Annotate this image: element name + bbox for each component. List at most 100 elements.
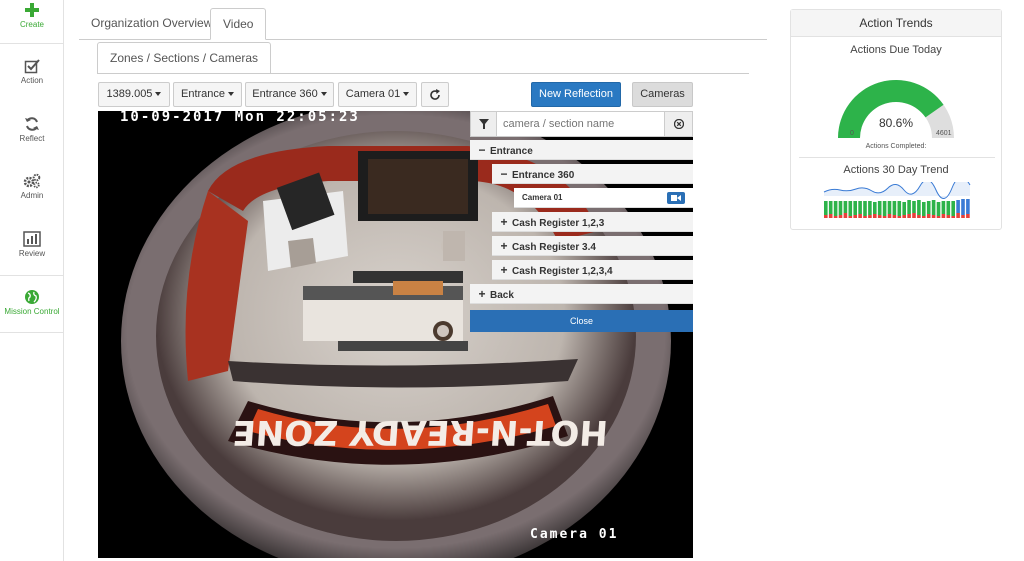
camera-name-overlay: Camera 01 (530, 527, 619, 542)
trend-bar-completed (824, 201, 828, 215)
trend-bar-missed (873, 214, 877, 218)
tree-section-cash-register-1-2-3[interactable]: + Cash Register 1,2,3 (492, 212, 693, 232)
minus-icon: − (478, 143, 486, 157)
close-button[interactable]: Close (470, 310, 693, 332)
trend-bar-completed (941, 201, 946, 214)
sidebar-item-admin[interactable]: Admin (0, 173, 64, 200)
trend-bar-completed (882, 201, 887, 216)
trend-bar-missed (882, 216, 887, 218)
trend-bar-missed (863, 216, 867, 218)
trend-bar-missed (843, 213, 848, 218)
minus-icon: − (500, 167, 508, 181)
trend-bar-missed (902, 215, 906, 218)
camera-timestamp: 10-09-2017 Mon 22:05:23 (120, 111, 360, 125)
trend-bar-missed (931, 215, 936, 218)
bar-chart-icon (23, 231, 41, 247)
trend-bar-completed (868, 201, 872, 215)
caret-down-icon (228, 92, 235, 97)
trend-bars (824, 199, 970, 218)
trend-bar-missed (936, 216, 941, 218)
trend-bar-missed (956, 213, 960, 218)
tree-camera-label: Camera 01 (522, 193, 563, 202)
trend-bar-missed (824, 215, 828, 218)
sidebar-item-review[interactable]: Review (0, 231, 64, 258)
tab-video[interactable]: Video (210, 8, 267, 40)
trend-bar-missed (946, 215, 951, 218)
trend-bar-completed (902, 202, 906, 215)
sidebar-item-label: Admin (20, 191, 44, 200)
clear-search-button[interactable] (664, 112, 692, 136)
trend-bar-missed (941, 214, 946, 218)
tab-organization-overview[interactable]: Organization Overview (79, 8, 224, 40)
trend-bar-missed (868, 215, 872, 218)
filter-button[interactable] (471, 112, 497, 136)
trend-bar-completed (863, 201, 867, 216)
section-dropdown[interactable]: Entrance 360 (245, 82, 334, 107)
sidebar-item-action[interactable]: Action (0, 58, 64, 85)
zone-dropdown-label: Entrance (180, 88, 226, 100)
trend-bar-missed (897, 216, 902, 218)
plus-icon: + (500, 215, 508, 229)
trend-bar-completed (838, 201, 843, 215)
sidebar-item-reflect[interactable]: Reflect (0, 116, 64, 143)
trend-bar-completed (912, 201, 916, 213)
trend-bar-missed (833, 216, 838, 218)
sidebar-item-mission-control[interactable]: Mission Control (0, 289, 64, 316)
caret-down-icon (403, 92, 410, 97)
trend-30-day-chart[interactable] (822, 182, 972, 222)
camera-dropdown[interactable]: Camera 01 (338, 82, 417, 107)
tree-section-entrance-360[interactable]: − Entrance 360 (492, 164, 693, 184)
trend-bar-missed (892, 215, 897, 218)
refresh-icon (430, 89, 440, 100)
trend-bar-missed (907, 214, 911, 218)
trend-bar-completed (858, 201, 862, 214)
cameras-button[interactable]: Cameras (632, 82, 693, 107)
trend-bar-completed (907, 200, 911, 214)
sidebar-item-create[interactable]: Create (0, 2, 64, 29)
trend-bar-completed (917, 200, 921, 215)
trend-bar-completed (961, 199, 965, 215)
tree-camera-01[interactable]: Camera 01 (514, 188, 693, 208)
trend-bar-completed (887, 201, 892, 214)
tree-section-cash-register-1-2-3-4[interactable]: + Cash Register 1,2,3,4 (492, 260, 693, 280)
store-dropdown[interactable]: 1389.005 (98, 82, 170, 107)
globe-icon (25, 290, 39, 304)
tree-section-cash-register-3-4[interactable]: + Cash Register 3.4 (492, 236, 693, 256)
caret-down-icon (155, 92, 162, 97)
plus-icon: + (500, 263, 508, 277)
section-dropdown-label: Entrance 360 (252, 88, 318, 100)
trend-bar-missed (877, 215, 882, 218)
tree-zone-entrance[interactable]: − Entrance (470, 140, 693, 160)
trend-bar-missed (887, 214, 892, 218)
new-reflection-button[interactable]: New Reflection (531, 82, 621, 107)
tree-search-bar (470, 111, 693, 137)
trend-bar-missed (926, 214, 931, 218)
tab-zones-sections-cameras[interactable]: Zones / Sections / Cameras (97, 42, 272, 74)
video-camera-icon (667, 192, 685, 204)
trend-bar-completed (833, 201, 838, 216)
sidebar-item-label: Action (20, 76, 44, 85)
sidebar-item-label: Mission Control (4, 307, 60, 316)
tree-back[interactable]: + Back (470, 284, 693, 304)
actions-due-title: Actions Due Today (850, 44, 942, 56)
trend-bar-completed (828, 201, 833, 214)
sidebar-item-label: Review (18, 249, 46, 258)
plus-icon (25, 3, 39, 17)
refresh-icon (25, 117, 39, 131)
camera-search-input[interactable] (497, 112, 665, 136)
plus-icon: + (478, 287, 486, 301)
zone-dropdown[interactable]: Entrance (173, 82, 242, 107)
camera-dropdown-label: Camera 01 (345, 88, 401, 100)
trend-bar-completed (926, 201, 931, 214)
completion-gauge[interactable] (791, 62, 1001, 142)
gauge-min: 0 (850, 130, 854, 137)
tree-section-label: Cash Register 3.4 (512, 242, 596, 253)
refresh-button[interactable] (421, 82, 449, 107)
caret-down-icon (320, 92, 327, 97)
store-dropdown-label: 1389.005 (106, 88, 153, 100)
trend-bar-completed (843, 201, 848, 213)
sidebar: Create Action Reflect Admin Review Missi… (0, 0, 64, 561)
trend-bar-missed (966, 214, 970, 218)
trend-bar-missed (853, 215, 857, 218)
trend-bar-completed (946, 201, 951, 215)
